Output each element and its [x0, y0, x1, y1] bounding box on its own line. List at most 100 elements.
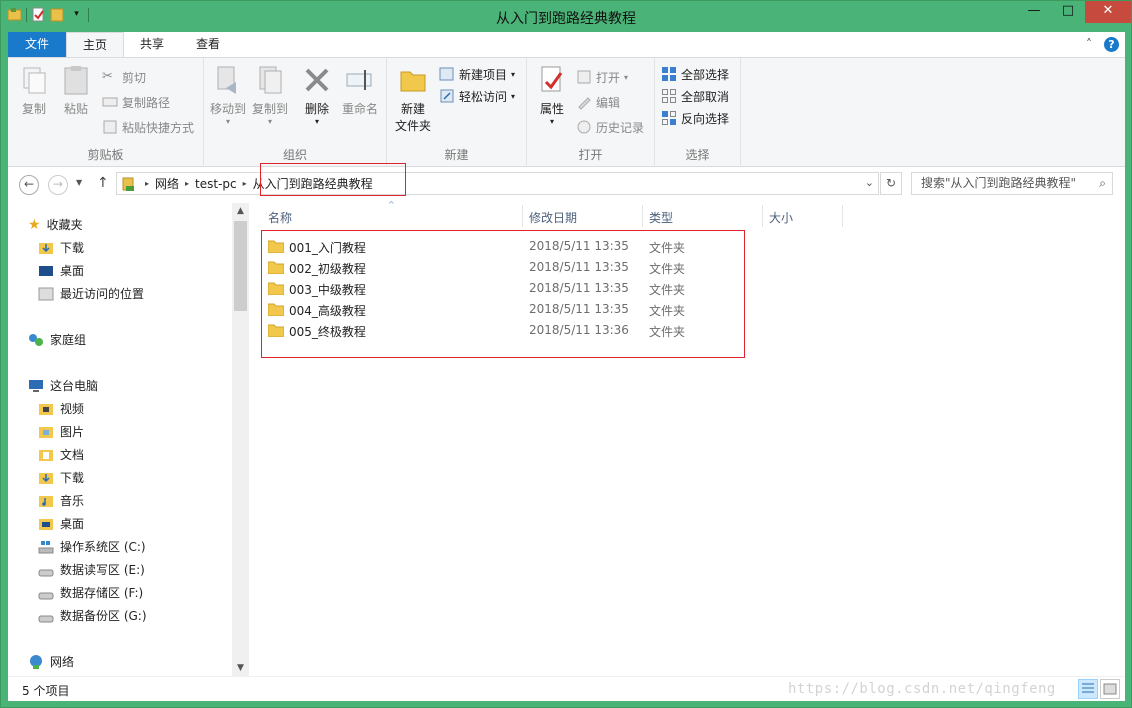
breadcrumb-network[interactable]: 网络 [149, 175, 185, 192]
easy-access-button[interactable]: 轻松访问 ▾ [439, 86, 515, 106]
recent-locations-button[interactable]: ▼ [76, 178, 82, 187]
nav-item-downloads[interactable]: 下载 [38, 239, 84, 256]
nav-label: 网络 [50, 655, 75, 669]
nav-label: 操作系统区 (C:) [60, 540, 146, 554]
nav-this-pc[interactable]: 这台电脑 [28, 377, 98, 394]
nav-item-recent[interactable]: 最近访问的位置 [38, 285, 144, 302]
pictures-folder-icon [38, 424, 54, 440]
cut-button[interactable]: ✂ 剪切 [102, 67, 146, 87]
copy-label: 复制 [21, 102, 46, 116]
copy-path-button[interactable]: 复制路径 [102, 92, 170, 112]
refresh-button[interactable]: ↻ [880, 172, 902, 195]
help-icon[interactable]: ? [1104, 37, 1119, 52]
content-area: ★ 收藏夹 下载 桌面 最近访问的位置 家庭组 这台电脑 视频 图片 文档 下载 … [8, 200, 1125, 676]
nav-item-drive-f[interactable]: 数据存储区 (F:) [38, 584, 143, 601]
open-button[interactable]: 打开 ▾ [576, 67, 628, 87]
chevron-up-icon[interactable]: ˄ [1086, 37, 1092, 52]
delete-button[interactable]: 删除 ▾ [300, 64, 334, 126]
arrow-left-icon: ← [23, 177, 35, 191]
nav-item-drive-g[interactable]: 数据备份区 (G:) [38, 607, 147, 624]
tab-share[interactable]: 共享 [124, 32, 180, 57]
column-separator[interactable] [522, 205, 523, 227]
history-button[interactable]: 历史记录 [576, 117, 644, 137]
file-type: 文件夹 [649, 262, 686, 276]
rename-button[interactable]: 重命名 [340, 64, 380, 117]
nav-item-music[interactable]: 音乐 [38, 492, 84, 509]
move-to-button[interactable]: 移动到 ▾ [208, 64, 248, 126]
clipboard-icon [60, 64, 92, 96]
title-bar[interactable]: ▾ 从入门到跑路经典教程 — □ ✕ [1, 1, 1131, 32]
table-row[interactable]: 005_终极教程 2018/5/11 13:36 文件夹 [267, 320, 738, 341]
column-separator[interactable] [762, 205, 763, 227]
group-label-select: 选择 [685, 148, 710, 162]
chevron-down-icon[interactable]: ⌄ [865, 176, 874, 189]
nav-label: 最近访问的位置 [60, 287, 145, 301]
nav-scrollbar[interactable]: ▲ ▼ [232, 203, 249, 676]
homegroup-icon [28, 332, 44, 348]
file-date: 2018/5/11 13:35 [529, 302, 629, 316]
nav-homegroup[interactable]: 家庭组 [28, 331, 86, 348]
nav-item-desktop-pc[interactable]: 桌面 [38, 515, 84, 532]
nav-item-desktop[interactable]: 桌面 [38, 262, 84, 279]
nav-network[interactable]: 网络 [28, 653, 74, 670]
table-row[interactable]: 002_初级教程 2018/5/11 13:35 文件夹 [267, 257, 738, 278]
scrollbar-thumb[interactable] [234, 221, 247, 311]
nav-favorites[interactable]: ★ 收藏夹 [28, 216, 83, 233]
large-icons-view-button[interactable] [1100, 679, 1120, 699]
system-drive-icon [38, 539, 54, 555]
column-header-date[interactable]: 修改日期 [529, 209, 577, 226]
select-none-button[interactable]: 全部取消 [661, 86, 729, 106]
paste-button[interactable]: 粘贴 [58, 64, 94, 117]
select-all-button[interactable]: 全部选择 [661, 64, 729, 84]
column-header-type[interactable]: 类型 [649, 209, 673, 226]
column-separator[interactable] [642, 205, 643, 227]
close-button[interactable]: ✕ [1085, 1, 1131, 23]
new-folder-button[interactable]: 新建 文件夹 [393, 64, 433, 134]
paste-shortcut-button[interactable]: 粘贴快捷方式 [102, 117, 194, 137]
nav-item-drive-e[interactable]: 数据读写区 (E:) [38, 561, 145, 578]
forward-button[interactable]: → [48, 175, 68, 195]
rename-icon [344, 64, 376, 96]
nav-item-pictures[interactable]: 图片 [38, 423, 84, 440]
nav-item-videos[interactable]: 视频 [38, 400, 84, 417]
nav-item-drive-c[interactable]: 操作系统区 (C:) [38, 538, 146, 555]
nav-item-documents[interactable]: 文档 [38, 446, 84, 463]
nav-item-downloads-pc[interactable]: 下载 [38, 469, 84, 486]
details-view-button[interactable] [1078, 679, 1098, 699]
column-separator[interactable] [842, 205, 843, 227]
group-label-clipboard: 剪贴板 [87, 148, 124, 162]
maximize-button[interactable]: □ [1051, 1, 1085, 23]
tab-home[interactable]: 主页 [66, 32, 125, 57]
up-button[interactable]: ↑ [97, 175, 109, 191]
new-folder-label-1: 新建 [400, 102, 425, 116]
column-header-size[interactable]: 大小 [769, 209, 793, 226]
file-date: 2018/5/11 13:36 [529, 323, 629, 337]
minimize-button[interactable]: — [1017, 1, 1051, 23]
tab-file[interactable]: 文件 [8, 32, 66, 57]
chevron-up-icon[interactable]: ▲ [232, 206, 249, 216]
back-button[interactable]: ← [19, 175, 39, 195]
new-item-button[interactable]: 新建项目 ▾ [439, 64, 515, 84]
edit-button[interactable]: 编辑 [576, 92, 620, 112]
copy-to-icon [254, 64, 286, 96]
copy-button[interactable]: 复制 [16, 64, 52, 117]
search-input[interactable]: 搜索"从入门到跑路经典教程" ⌕ [911, 172, 1113, 195]
column-header-name[interactable]: 名称 [268, 209, 292, 226]
invert-selection-button[interactable]: 反向选择 [661, 108, 729, 128]
history-icon [576, 119, 592, 135]
copy-to-label: 复制到 [251, 102, 288, 116]
nav-label: 家庭组 [50, 333, 87, 347]
address-bar[interactable]: ▸ 网络 ▸ test-pc ▸ 从入门到跑路经典教程 ⌄ [116, 172, 879, 195]
downloads-folder-icon [38, 240, 54, 256]
properties-button[interactable]: 属性 ▾ [533, 64, 571, 126]
ribbon: 复制 粘贴 ✂ 剪切 复制路径 粘贴快捷方式 剪贴板 移动到 ▾ 复制到 ▾ 删… [8, 57, 1125, 167]
table-row[interactable]: 004_高级教程 2018/5/11 13:35 文件夹 [267, 299, 738, 320]
chevron-down-icon[interactable]: ▼ [232, 663, 249, 673]
delete-label: 删除 [304, 102, 329, 116]
tab-view[interactable]: 查看 [180, 32, 236, 57]
copy-to-button[interactable]: 复制到 ▾ [250, 64, 290, 126]
table-row[interactable]: 003_中级教程 2018/5/11 13:35 文件夹 [267, 278, 738, 299]
group-open: 属性 ▾ 打开 ▾ 编辑 历史记录 打开 [527, 58, 655, 167]
breadcrumb-test-pc[interactable]: test-pc [189, 177, 243, 191]
table-row[interactable]: 001_入门教程 2018/5/11 13:35 文件夹 [267, 236, 738, 257]
